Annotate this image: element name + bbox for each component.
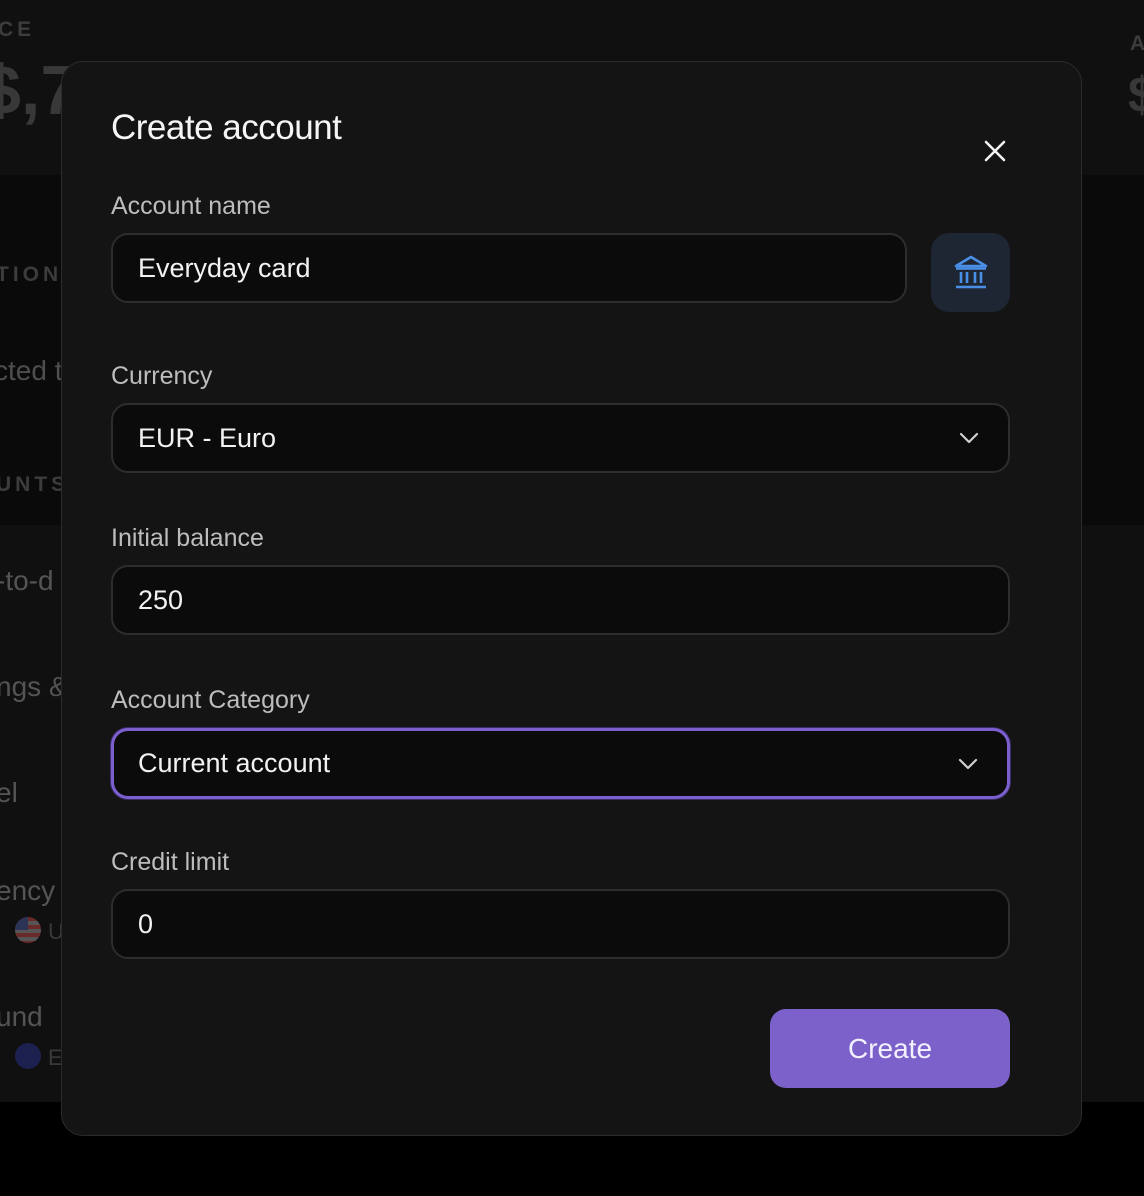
currency-value: EUR - Euro: [138, 422, 277, 453]
bank-icon: [954, 255, 987, 288]
bg-account-item: el: [0, 777, 18, 808]
close-button[interactable]: [976, 132, 1014, 170]
credit-limit-input[interactable]: 0: [111, 889, 1010, 959]
dialog-title: Create account: [111, 108, 342, 147]
account-name-input[interactable]: Everyday card: [111, 233, 907, 303]
chevron-down-icon: [958, 758, 978, 769]
bg-section-caption: TION: [0, 263, 63, 286]
account-name-value: Everyday card: [138, 252, 311, 283]
currency-label: Currency: [111, 362, 213, 390]
bg-account-item: ency: [0, 875, 56, 906]
initial-balance-label: Initial balance: [111, 524, 264, 552]
credit-limit-value: 0: [138, 908, 154, 939]
bg-section-text: cted t: [0, 355, 63, 386]
app-screen: CE $,7 A $ TION cted t UNTS -to-d ngs & …: [0, 0, 1144, 1196]
bg-account-item: -to-d: [0, 565, 54, 596]
us-flag-icon: [15, 917, 41, 943]
close-icon: [984, 140, 1006, 162]
initial-balance-input[interactable]: 250: [111, 565, 1010, 635]
bg-account-item: und: [0, 1001, 43, 1032]
create-button[interactable]: Create: [770, 1009, 1010, 1088]
create-account-dialog: Create account Account name Everyday car…: [61, 61, 1082, 1136]
eu-flag-icon: [15, 1043, 41, 1069]
account-category-value: Current account: [138, 748, 331, 778]
bg-balance-caption: CE: [0, 18, 36, 41]
bg-right-caption: A: [1130, 32, 1144, 55]
chevron-down-icon: [959, 432, 979, 444]
credit-limit-label: Credit limit: [111, 848, 230, 876]
account-name-label: Account name: [111, 192, 271, 220]
currency-select[interactable]: EUR - Euro: [111, 403, 1010, 473]
bg-right-value: $: [1128, 67, 1144, 123]
account-icon-picker-button[interactable]: [931, 233, 1010, 312]
initial-balance-value: 250: [138, 584, 184, 615]
account-category-label: Account Category: [111, 686, 310, 714]
bg-account-item: ngs &: [0, 671, 68, 702]
account-category-select[interactable]: Current account: [111, 728, 1010, 799]
bg-accounts-caption: UNTS: [0, 473, 70, 496]
